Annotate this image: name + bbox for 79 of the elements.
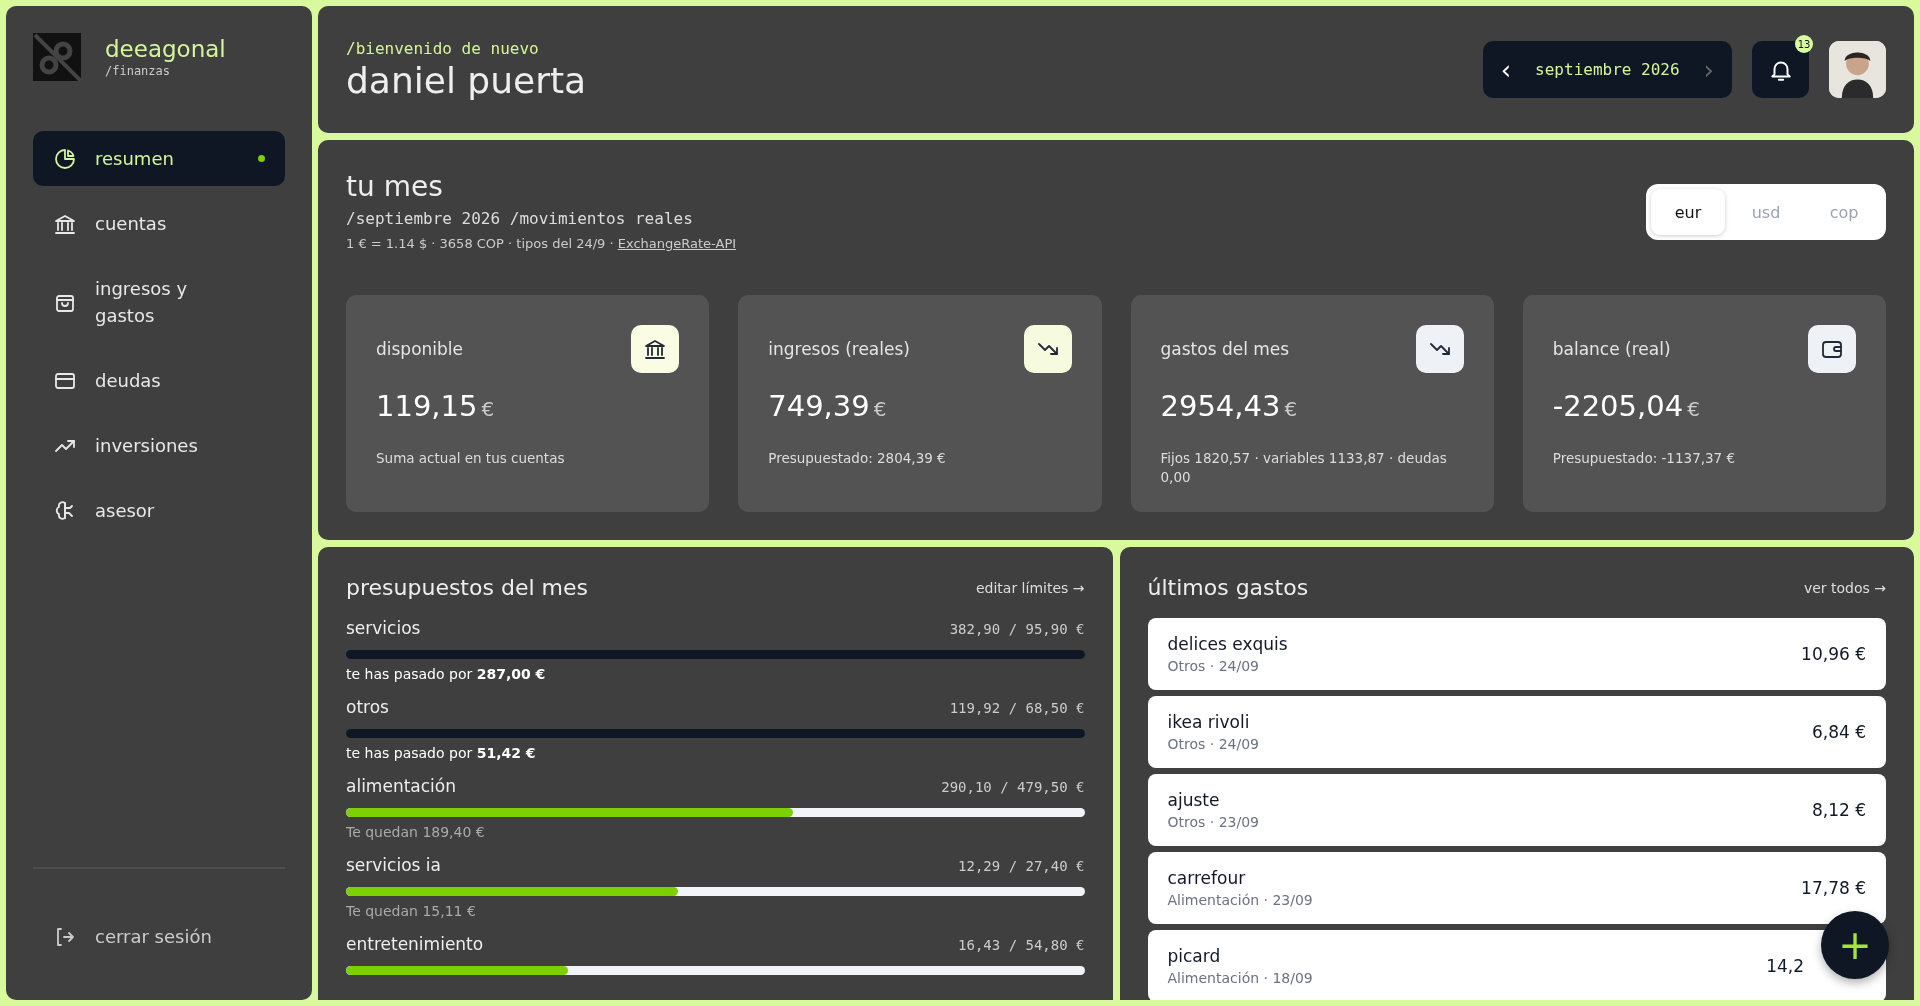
expense-amount: 14,2 <box>1766 956 1804 976</box>
stat-label: balance (real) <box>1552 339 1671 359</box>
budget-name: entretenimiento <box>346 934 484 954</box>
nav-item[interactable]: ingresos y gastos <box>33 261 285 343</box>
expense-amount: 17,78 € <box>1801 878 1866 898</box>
see-all-link[interactable]: ver todos → <box>1803 579 1886 596</box>
person-silhouette-icon <box>1829 41 1886 98</box>
stat-note: Presupuestado: -1137,37 € <box>1552 449 1737 468</box>
currency-symbol: € <box>481 397 495 421</box>
brand-tagline: /finanzas <box>105 64 172 78</box>
expense-name: carrefour <box>1167 868 1247 888</box>
stat-label: disponible <box>376 339 464 359</box>
panel-title: presupuestos del mes <box>346 575 588 600</box>
budget-name: otros <box>346 697 389 717</box>
stat-value: 2954,43 <box>1160 389 1281 423</box>
user-name: daniel puerta <box>346 59 587 101</box>
avatar[interactable] <box>1829 41 1886 98</box>
currency-symbol: € <box>1284 397 1298 421</box>
expense-row[interactable]: delices exquis Otros · 24/09 10,96 € <box>1147 618 1886 690</box>
expense-row[interactable]: ajuste Otros · 23/09 8,12 € <box>1147 774 1886 846</box>
budget-amount: 119,92 / 68,50 € <box>949 700 1085 716</box>
budget-amount: 12,29 / 27,40 € <box>958 858 1085 874</box>
stat-value: 749,39 <box>768 389 870 423</box>
expense-meta: Otros · 24/09 <box>1167 658 1260 674</box>
exchange-rate-link[interactable]: ExchangeRate-API <box>617 236 737 251</box>
expense-name: ikea rivoli <box>1167 712 1251 732</box>
section-subtitle: /septiembre 2026 /movimientos reales <box>346 209 694 228</box>
pie-chart-icon <box>53 146 77 171</box>
stat-value: -2205,04 <box>1552 389 1684 423</box>
logo-icon <box>33 33 81 81</box>
nav-item[interactable]: resumen <box>33 131 285 186</box>
stat-note: Presupuestado: 2804,39 € <box>768 449 947 468</box>
brand-name: deeagonal <box>105 36 226 62</box>
currency-symbol: € <box>1687 397 1700 421</box>
expense-name: delices exquis <box>1167 634 1288 654</box>
expense-row[interactable]: carrefour Alimentación · 23/09 17,78 € <box>1147 852 1886 924</box>
budget-note: te has pasado por 287,00 € <box>346 666 547 682</box>
greeting: /bienvenido de nuevo <box>346 38 540 58</box>
bank-icon <box>643 337 668 361</box>
stat-label: ingresos (reales) <box>768 339 910 359</box>
stat-note: Fijos 1820,57 · variables 1133,87 · deudas 0,00 <box>1160 449 1448 487</box>
budget-name: alimentación <box>346 776 456 796</box>
budget-name: servicios <box>346 618 421 638</box>
stat-value: 119,15 <box>376 389 478 423</box>
panel-title: últimos gastos <box>1147 575 1309 600</box>
notifications-button[interactable] <box>1752 41 1809 98</box>
edit-limits-link[interactable]: editar límites → <box>975 579 1085 596</box>
budget-amount: 16,43 / 54,80 € <box>958 937 1085 953</box>
expense-amount: 6,84 € <box>1811 722 1866 742</box>
previous-month-button[interactable]: ‹ <box>1494 54 1518 85</box>
expense-row[interactable]: ikea rivoli Otros · 24/09 6,84 € <box>1147 696 1886 768</box>
logout-link[interactable]: cerrar sesión <box>33 909 285 964</box>
expense-meta: Otros · 23/09 <box>1167 814 1259 830</box>
stat-label: gastos del mes <box>1160 339 1290 359</box>
expense-name: ajuste <box>1167 790 1221 810</box>
exchange-rates-text: 1 € = 1.14 $ · 3658 COP · tipos del 24/9 · <box>346 236 615 251</box>
budget-note: te has pasado por 51,42 € <box>346 745 537 761</box>
currency-tab[interactable]: eur <box>1651 189 1725 235</box>
month-label: septiembre 2026 <box>1535 60 1680 79</box>
nav-item[interactable]: deudas <box>33 353 285 408</box>
nav-item[interactable]: inversiones <box>33 418 285 473</box>
stat-note: Suma actual en tus cuentas <box>376 449 566 468</box>
expense-meta: Otros · 24/09 <box>1167 736 1259 752</box>
currency-symbol: € <box>873 397 887 421</box>
expense-amount: 8,12 € <box>1811 800 1866 820</box>
active-dot <box>258 155 265 162</box>
budget-note: Te quedan 189,40 € <box>346 824 486 840</box>
expense-name: picard <box>1167 946 1222 966</box>
expense-amount: 10,96 € <box>1801 644 1866 664</box>
expense-meta: Alimentación · 23/09 <box>1167 892 1313 908</box>
section-title: tu mes <box>346 170 444 203</box>
budget-amount: 290,10 / 479,50 € <box>941 779 1085 795</box>
budget-name: servicios ia <box>346 855 441 875</box>
nav-item[interactable]: asesor <box>33 483 285 538</box>
nav-item[interactable]: cuentas <box>33 196 285 251</box>
expense-meta: Alimentación · 18/09 <box>1167 970 1313 986</box>
budget-amount: 382,90 / 95,90 € <box>949 621 1085 637</box>
budget-note: Te quedan 15,11 € <box>346 903 477 919</box>
notification-badge: 13 <box>1795 35 1813 53</box>
